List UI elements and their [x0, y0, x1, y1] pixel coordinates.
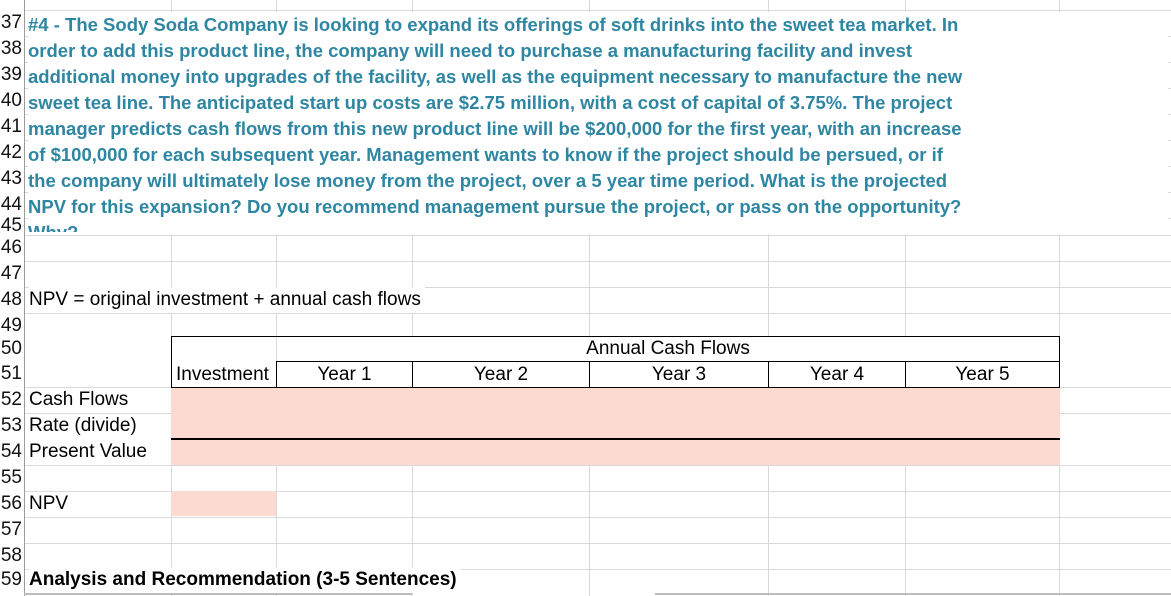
question-text[interactable]: #4 - The Sody Soda Company is looking to…: [28, 12, 1168, 234]
row-number[interactable]: 48: [0, 287, 22, 313]
question-line: manager predicts cash flows from this ne…: [28, 118, 962, 139]
grid-h: [24, 465, 1171, 466]
question-line: #4 - The Sody Soda Company is looking to…: [28, 14, 959, 35]
row-number[interactable]: 39: [0, 62, 22, 88]
col-header-investment[interactable]: Investment: [176, 362, 269, 388]
cash-flows-input-row[interactable]: [171, 388, 1060, 438]
row-number[interactable]: 43: [0, 166, 22, 192]
col-header-year-5[interactable]: Year 5: [906, 362, 1059, 388]
grid-h: [24, 261, 1171, 262]
row-number[interactable]: 38: [0, 36, 22, 62]
row-number[interactable]: 37: [0, 10, 22, 36]
question-line: Why?: [28, 220, 1168, 232]
analysis-box-border: [24, 593, 412, 595]
investment-cover: [172, 337, 276, 361]
grid-h: [24, 235, 1171, 236]
npv-formula-text[interactable]: NPV = original investment + annual cash …: [29, 287, 425, 313]
col-header-year-1[interactable]: Year 1: [277, 362, 412, 388]
row-number[interactable]: 54: [0, 439, 22, 465]
analysis-box-border: [655, 593, 1171, 595]
npv-input-cell[interactable]: [171, 491, 276, 516]
row-number[interactable]: 47: [0, 261, 22, 287]
row-number[interactable]: 51: [0, 361, 22, 387]
row-label-present-value[interactable]: Present Value: [29, 439, 147, 465]
analysis-heading[interactable]: Analysis and Recommendation (3-5 Sentenc…: [29, 567, 461, 593]
row-number[interactable]: 53: [0, 413, 22, 439]
row-number[interactable]: 46: [0, 235, 22, 261]
col-header-year-3[interactable]: Year 3: [590, 362, 768, 388]
row-number[interactable]: 58: [0, 543, 22, 569]
row-number[interactable]: 50: [0, 336, 22, 362]
row-number[interactable]: 42: [0, 140, 22, 166]
row-number[interactable]: 56: [0, 491, 22, 517]
row-header-border: [24, 0, 25, 596]
present-value-input-row[interactable]: [171, 440, 1060, 465]
grid-h: [24, 10, 1171, 11]
question-line: additional money into upgrades of the fa…: [28, 66, 963, 87]
row-number[interactable]: 55: [0, 465, 22, 491]
grid-h: [24, 313, 1171, 314]
question-line: sweet tea line. The anticipated start up…: [28, 92, 953, 113]
row-number[interactable]: 59: [0, 567, 22, 593]
grid-h: [24, 517, 1171, 518]
row-label-cash-flows[interactable]: Cash Flows: [29, 387, 128, 413]
question-line: NPV for this expansion? Do you recommend…: [28, 196, 962, 217]
row-number[interactable]: 52: [0, 387, 22, 413]
row-number[interactable]: 57: [0, 517, 22, 543]
row-number[interactable]: 40: [0, 88, 22, 114]
table-border-right: [1059, 336, 1060, 388]
row-label-npv[interactable]: NPV: [29, 491, 68, 517]
question-line: of $100,000 for each subsequent year. Ma…: [28, 144, 943, 165]
annual-cash-flows-header[interactable]: Annual Cash Flows: [277, 337, 1059, 361]
row-number[interactable]: 41: [0, 114, 22, 140]
col-header-year-2[interactable]: Year 2: [413, 362, 589, 388]
grid-h: [24, 543, 1171, 544]
row-label-rate[interactable]: Rate (divide): [29, 413, 137, 439]
question-line: the company will ultimately lose money f…: [28, 170, 948, 191]
question-line: order to add this product line, the comp…: [28, 40, 913, 61]
col-header-year-4[interactable]: Year 4: [769, 362, 905, 388]
